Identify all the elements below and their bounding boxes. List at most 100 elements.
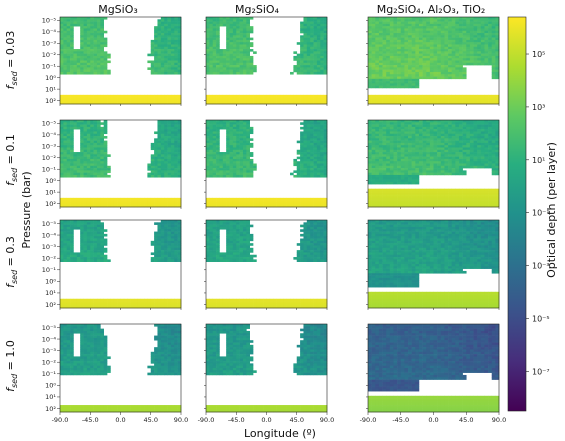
heatmap-cell [426,165,431,169]
heatmap-cell [448,51,452,54]
heatmap-cell [382,193,387,196]
heatmap-cell [448,154,452,157]
heatmap-cell [382,163,387,167]
heatmap-cell [167,145,172,148]
heatmap-cell [60,71,64,75]
heatmap-cell [458,138,463,141]
heatmap-cell [404,17,409,20]
heatmap-cell [393,136,398,139]
heatmap-cell [375,190,380,194]
heatmap-cell [397,19,402,22]
heatmap-cell [477,35,482,38]
heatmap-cell [426,46,431,50]
heatmap-cell [408,140,412,144]
heatmap-cell [469,21,474,25]
heatmap-cell [212,170,217,173]
heatmap-cell [429,152,434,155]
heatmap-cell [440,65,445,68]
heatmap-cell [310,124,314,128]
heatmap-cell [466,99,471,103]
heatmap-cell [60,30,64,34]
heatmap-cell [306,33,311,36]
heatmap-cell [484,99,489,103]
heatmap-cell [80,19,84,22]
heatmap-cell [63,174,68,178]
heatmap-cell [433,158,438,162]
heatmap-cell [229,170,234,173]
heatmap-cell [480,129,485,132]
heatmap-cell [320,168,324,171]
heatmap-cell [300,200,304,203]
heatmap-cell [174,122,178,125]
heatmap-cell [469,124,474,128]
heatmap-cell [389,30,394,34]
heatmap-cell [458,51,463,54]
heatmap-cell [411,174,416,178]
heatmap-cell [174,39,178,43]
heatmap-cell [86,138,91,141]
heatmap-cell [154,197,158,201]
heatmap-cell [415,163,420,167]
heatmap-cell [473,136,478,139]
heatmap-cell [306,165,311,169]
heatmap-cell [484,140,489,144]
heatmap-cell [242,149,247,153]
heatmap-cell [451,26,456,29]
heatmap-cell [306,124,311,128]
heatmap-cell [303,149,308,153]
heatmap-cell [440,147,445,151]
heatmap-cell [253,197,257,201]
heatmap-cell [242,200,247,203]
heatmap-cell [415,172,420,176]
heatmap-cell [313,129,318,132]
heatmap-cell [157,152,162,155]
heatmap-cell [313,30,318,34]
heatmap-cell [222,23,227,27]
heatmap-cell [382,124,387,128]
heatmap-cell [209,23,214,27]
heatmap-cell [222,172,227,176]
heatmap-cell [157,21,162,25]
heatmap-cell [80,65,84,68]
heatmap-cell [232,97,237,100]
heatmap-cell [93,17,98,20]
heatmap-cell [400,51,405,54]
heatmap-cell [226,69,230,73]
heatmap-cell [397,188,402,192]
heatmap-cell [232,142,237,146]
heatmap-cell [320,154,324,157]
heatmap-cell [418,147,423,151]
heatmap-cell [437,28,442,32]
heatmap-cell [60,19,64,22]
heatmap-cell [448,46,452,50]
heatmap-cell [389,177,394,180]
heatmap-cell [212,37,217,41]
heatmap-cell [316,21,321,25]
heatmap-cell [462,53,467,57]
heatmap-cell [164,163,168,167]
heatmap-cell [83,140,88,144]
heatmap-cell [473,49,478,52]
heatmap-cell [313,28,318,32]
heatmap-cell [246,49,250,52]
heatmap-cell [426,156,431,160]
heatmap-cell [306,67,311,70]
heatmap-cell [320,165,324,169]
heatmap-cell [144,200,148,203]
heatmap-cell [73,58,78,61]
heatmap-cell [103,30,108,34]
heatmap-cell [276,99,281,103]
heatmap-cell [160,168,165,171]
heatmap-cell [216,99,220,103]
heatmap-cell [433,156,438,160]
heatmap-cell [368,81,372,84]
heatmap-cell [444,138,449,141]
heatmap-cell [437,156,442,160]
heatmap-cell [167,120,172,123]
heatmap-cell [73,49,78,52]
heatmap-cell [222,202,227,206]
heatmap-cell [226,46,230,50]
heatmap-cell [462,120,467,123]
heatmap-cell [371,99,376,103]
heatmap-cell [389,71,394,75]
